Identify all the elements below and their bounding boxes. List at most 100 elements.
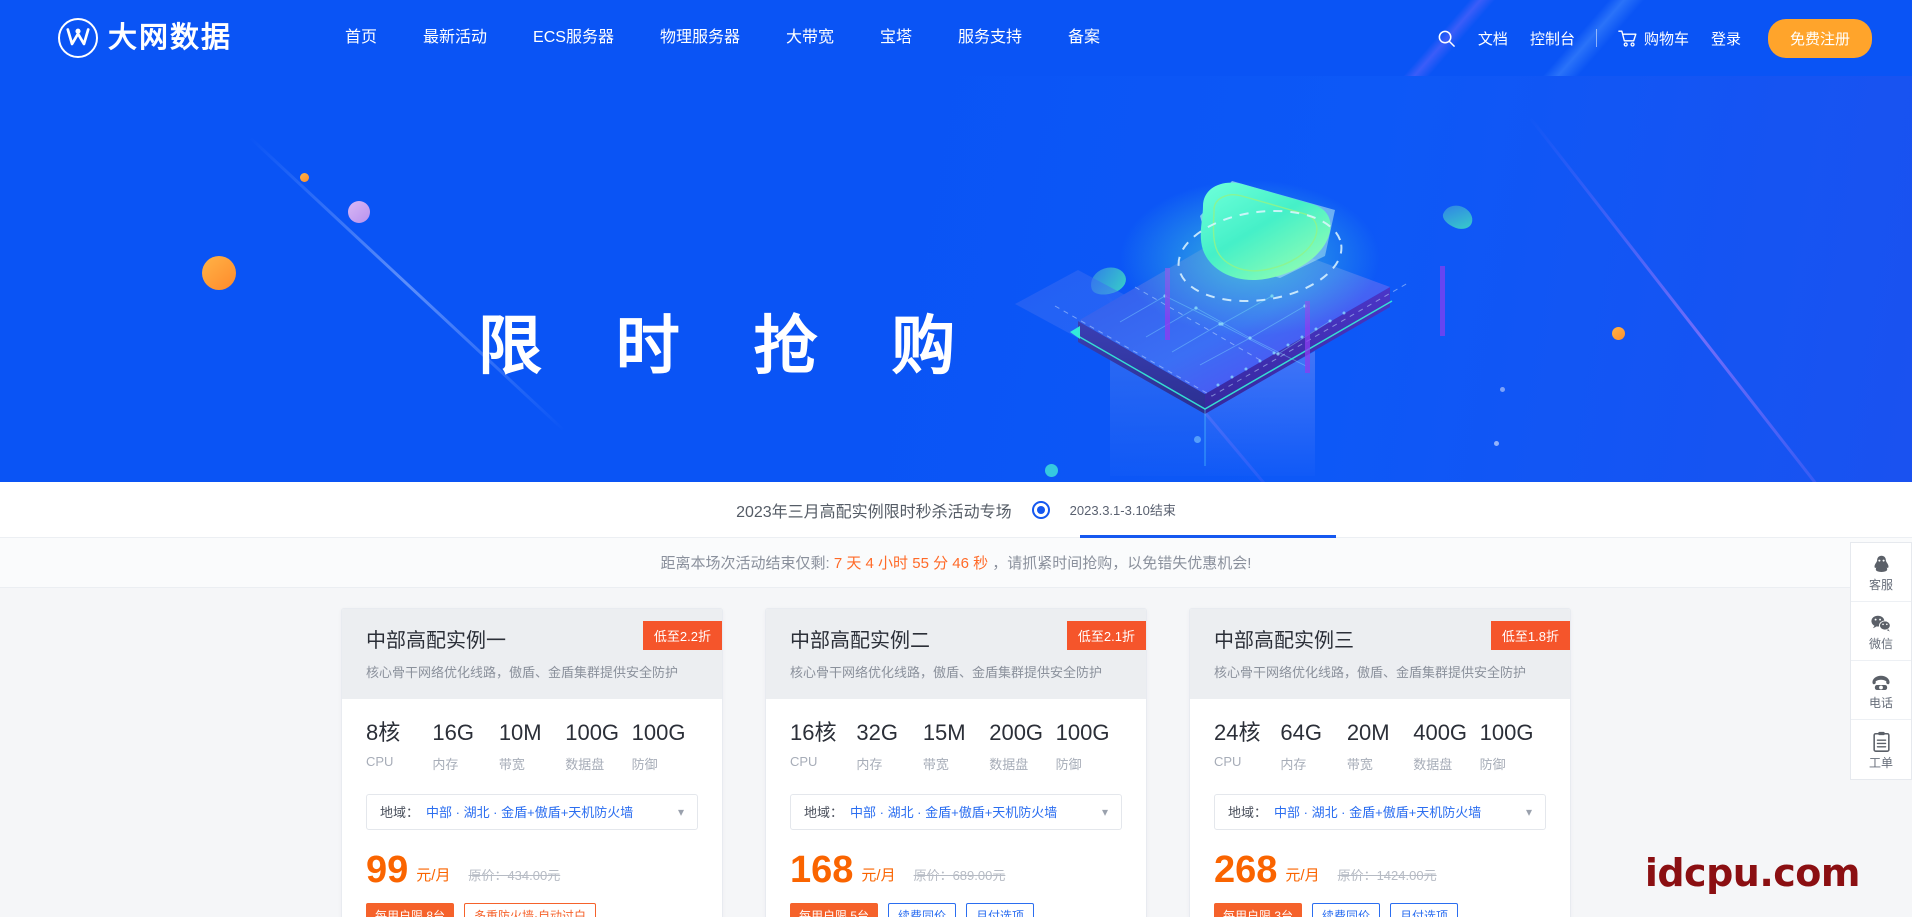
radio-selected-icon[interactable] [1031,500,1050,519]
product-card[interactable]: 中部高配实例三 核心骨干网络优化线路，傲盾、金盾集群提供安全防护 低至1.8折 … [1189,608,1571,917]
nav-item-baota[interactable]: 宝塔 [857,0,935,76]
price-amount: 268 [1214,848,1278,891]
card-body: 8核 CPU 16G 内存 10M 带宽 100G 数据盘 100G 防御 地域… [342,699,722,917]
tab-activity-session[interactable]: 2023年三月高配实例限时秒杀活动专场 2023.3.1-3.10结束 [728,482,1337,538]
discount-badge: 低至2.1折 [1066,621,1146,650]
countdown-text: 距离本场次活动结束仅剩: 7 天 4 小时 55 分 46 秒 ，请抓紧时间抢购… [661,552,1252,573]
nav-item-icp[interactable]: 备案 [1045,0,1123,76]
site-logo[interactable]: 大网数据 [58,18,232,58]
docs-link[interactable]: 文档 [1467,28,1519,49]
price-row: 99 元/月 原价：434.00元 [366,851,698,889]
main-navigation: 首页 最新活动 ECS服务器 物理服务器 大带宽 宝塔 服务支持 备案 [322,0,1123,76]
product-card[interactable]: 中部高配实例二 核心骨干网络优化线路，傲盾、金盾集群提供安全防护 低至2.1折 … [765,608,1147,917]
spec-value: 100G [1479,719,1534,745]
spec-label: 内存 [856,756,883,772]
feature-tag: 续费同价 [888,902,957,917]
price-unit: 元/月 [1285,866,1320,884]
region-value: 中部 · 湖北 · 金盾+傲盾+天机防火墙 [1274,805,1482,821]
header-actions: 文档 控制台 购物车 登录 免费注册 [1426,0,1872,76]
floating-service-sidebar: 客服 微信 电话 工单 [1850,542,1912,780]
nav-item-ecs[interactable]: ECS服务器 [510,0,637,76]
limit-tag: 每用户限 8台 [366,902,455,917]
sidebar-item-customer-service[interactable]: 客服 [1851,543,1911,602]
countdown-timer: 7 天 4 小时 55 分 46 秒 [833,555,989,572]
discount-badge: 低至1.8折 [1490,621,1570,650]
spec-value: 100G [565,719,620,745]
spec-list: 8核 CPU 16G 内存 10M 带宽 100G 数据盘 100G 防御 [366,719,698,773]
spec-label: 防御 [1055,756,1082,772]
spec-label: 防御 [631,756,658,772]
product-card[interactable]: 中部高配实例一 核心骨干网络优化线路，傲盾、金盾集群提供安全防护 低至2.2折 … [341,608,723,917]
decor-dot-orange-large [202,256,236,290]
spec-label: 数据盘 [1413,756,1453,772]
sidebar-item-ticket[interactable]: 工单 [1851,720,1911,779]
nav-item-physical[interactable]: 物理服务器 [637,0,763,76]
spec-label: 数据盘 [989,756,1029,772]
spec-value: 64G [1280,719,1322,745]
sidebar-item-label: 客服 [1868,578,1893,592]
cart-link[interactable]: 购物车 [1607,28,1700,49]
countdown-bar: 距离本场次活动结束仅剩: 7 天 4 小时 55 分 46 秒 ，请抓紧时间抢购… [0,538,1912,588]
spec-label: CPU [366,753,394,769]
spec-label: 带宽 [498,756,525,772]
sidebar-item-phone[interactable]: 电话 [1851,661,1911,720]
spec-disk: 100G 数据盘 [565,719,631,773]
price-amount: 168 [790,848,854,891]
sidebar-item-label: 工单 [1868,755,1893,770]
card-body: 24核 CPU 64G 内存 20M 带宽 400G 数据盘 100G 防御 地… [1190,699,1570,917]
spec-value: 15M [922,719,966,745]
activity-tab-bar: 2023年三月高配实例限时秒杀活动专场 2023.3.1-3.10结束 [0,482,1912,538]
logo-text: 大网数据 [108,21,233,54]
watermark: idcpu.com [1644,851,1861,895]
console-link[interactable]: 控制台 [1519,28,1586,49]
spec-value: 16G [432,719,474,745]
nav-item-promotions[interactable]: 最新活动 [400,0,510,76]
search-button[interactable] [1426,29,1467,48]
hero-banner: 限 时 抢 购 [0,76,1912,482]
decor-dot-white-2 [1500,387,1505,392]
register-button[interactable]: 免费注册 [1767,18,1872,58]
feature-tag: 月付选项 [966,902,1035,917]
spec-label: 内存 [432,756,459,772]
nav-item-support[interactable]: 服务支持 [935,0,1045,76]
decor-dot-orange-right [1612,327,1625,340]
spec-defense: 100G 防御 [1055,719,1122,773]
decor-dot-orange-small [300,173,309,182]
spec-defense: 100G 防御 [631,720,698,773]
cart-label: 购物车 [1643,30,1689,48]
spec-value: 200G [989,719,1044,745]
sidebar-item-label: 电话 [1868,696,1893,710]
nav-item-bandwidth[interactable]: 大带宽 [763,0,857,76]
spec-value: 100G [1055,719,1110,745]
tab-date-label: 2023.3.1-3.10结束 [1069,503,1176,518]
site-header: 大网数据 首页 最新活动 ECS服务器 物理服务器 大带宽 宝塔 服务支持 备案… [0,0,1912,76]
sidebar-item-wechat[interactable]: 微信 [1851,602,1911,661]
region-select[interactable]: 地域： 中部 · 湖北 · 金盾+傲盾+天机防火墙 ▾ [366,793,698,830]
tab-title: 2023年三月高配实例限时秒杀活动专场 [736,503,1012,521]
spec-cpu: 24核 CPU [1214,720,1280,773]
spec-defense: 100G 防御 [1479,719,1546,773]
decor-dot-purple [348,201,370,223]
card-subtitle: 核心骨干网络优化线路，傲盾、金盾集群提供安全防护 [1214,665,1527,680]
region-label: 地域： [380,805,420,821]
spec-memory: 64G 内存 [1280,719,1346,773]
spec-value: 10M [498,719,542,745]
card-subtitle: 核心骨干网络优化线路，傲盾、金盾集群提供安全防护 [790,665,1103,680]
spec-label: 带宽 [1346,756,1373,772]
region-select[interactable]: 地域： 中部 · 湖北 · 金盾+傲盾+天机防火墙 ▾ [790,793,1122,830]
card-subtitle: 核心骨干网络优化线路，傲盾、金盾集群提供安全防护 [366,665,679,680]
feature-tag: 多重防火墙·自动过白 [464,902,597,917]
spec-list: 24核 CPU 64G 内存 20M 带宽 400G 数据盘 100G 防御 [1214,719,1546,773]
region-value: 中部 · 湖北 · 金盾+傲盾+天机防火墙 [426,805,634,821]
spec-cpu: 16核 CPU [790,720,856,773]
region-label: 地域： [804,805,844,821]
nav-item-home[interactable]: 首页 [322,0,400,76]
card-header: 中部高配实例二 核心骨干网络优化线路，傲盾、金盾集群提供安全防护 低至2.1折 [766,609,1146,699]
chevron-down-icon: ▾ [1101,804,1108,819]
card-header: 中部高配实例一 核心骨干网络优化线路，傲盾、金盾集群提供安全防护 低至2.2折 [342,609,722,699]
login-link[interactable]: 登录 [1700,28,1752,49]
decor-dot-white-1 [1494,441,1499,446]
discount-badge: 低至2.2折 [642,621,722,650]
header-divider [1595,29,1597,47]
region-select[interactable]: 地域： 中部 · 湖北 · 金盾+傲盾+天机防火墙 ▾ [1214,793,1546,830]
